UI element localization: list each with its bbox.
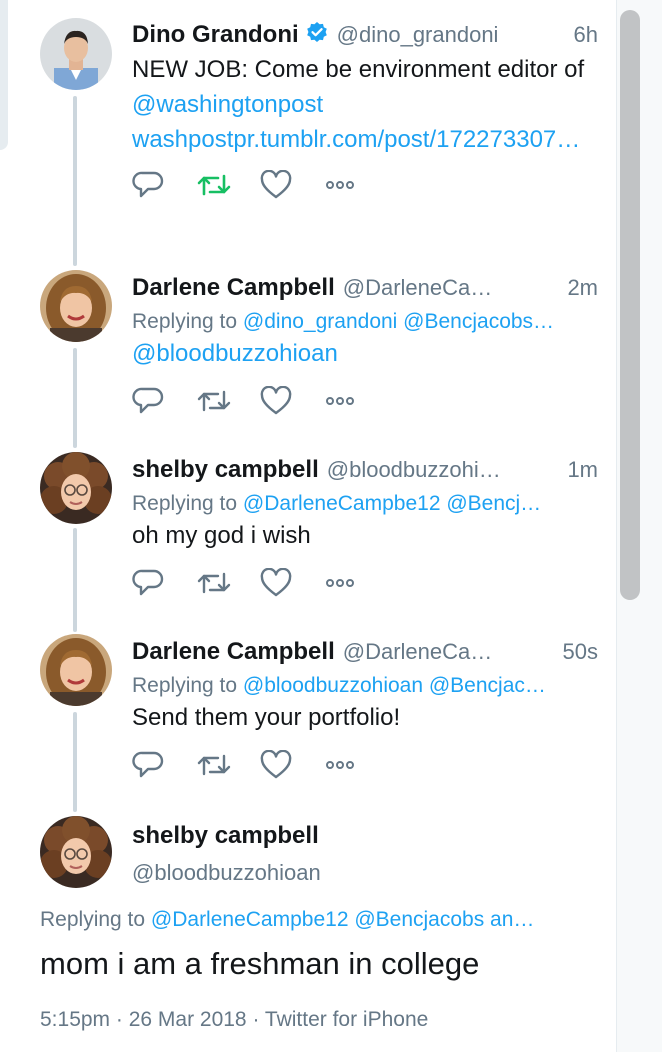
tweet-actions: [132, 563, 598, 603]
avatar-woman-short-hair-icon[interactable]: [40, 270, 112, 342]
heart-icon: [260, 750, 292, 779]
retweet-icon: [197, 174, 231, 196]
replying-to-links[interactable]: @dino_grandoni @Bencjacobs…: [243, 310, 554, 333]
retweet-icon: [197, 390, 231, 412]
replying-to: Replying to @bloodbuzzohioan @Bencjac…: [132, 674, 598, 698]
tweet-meta[interactable]: 5:15pm · 26 Mar 2018 · Twitter for iPhon…: [40, 1008, 428, 1032]
mention-link[interactable]: @washingtonpost: [132, 91, 323, 118]
more-button[interactable]: [324, 747, 388, 783]
more-dots-icon: [326, 579, 354, 587]
retweet-icon: [197, 754, 231, 776]
replying-to-links[interactable]: @DarleneCampbe12 @Bencj…: [243, 492, 541, 515]
author-handle[interactable]: @dino_grandoni: [337, 22, 566, 48]
reply-button[interactable]: [132, 565, 196, 601]
more-dots-icon: [326, 397, 354, 405]
thread-panel: Dino Grandoni @dino_grandoni 6h NEW JOB:…: [20, 0, 616, 1052]
retweet-icon: [197, 572, 231, 594]
thread-line: [73, 528, 77, 632]
thread-line: [73, 712, 77, 812]
more-dots-icon: [326, 181, 354, 189]
reply-icon: [132, 751, 164, 778]
more-button[interactable]: [324, 167, 388, 203]
scrollbar-thumb[interactable]: [620, 10, 640, 600]
more-button[interactable]: [324, 383, 388, 419]
author-handle[interactable]: @DarleneCa…: [343, 275, 560, 301]
avatar-woman-short-hair-icon[interactable]: [40, 634, 112, 706]
replying-to: Replying to @DarleneCampbe12 @Bencj…: [132, 492, 598, 516]
retweet-button[interactable]: [196, 167, 260, 203]
tweet-actions: [132, 381, 598, 421]
thread-line: [73, 96, 77, 266]
author-name[interactable]: Dino Grandoni: [132, 21, 299, 49]
like-button[interactable]: [260, 383, 324, 419]
tweet-text-plain: NEW JOB: Come be environment editor of: [132, 56, 585, 83]
replying-to-links[interactable]: @DarleneCampbe12 @Bencjacobs an…: [151, 908, 535, 931]
reply-button[interactable]: [132, 747, 196, 783]
author-name[interactable]: Darlene Campbell: [132, 274, 335, 302]
reply-icon: [132, 171, 164, 198]
replying-to-links[interactable]: @bloodbuzzohioan @Bencjac…: [243, 674, 546, 697]
author-handle[interactable]: @bloodbuzzohioan: [132, 860, 321, 886]
author-name[interactable]: shelby campbell: [132, 822, 321, 850]
replying-to-label: Replying to: [132, 492, 243, 515]
tweet-text: Send them your portfolio!: [132, 704, 401, 731]
heart-icon: [260, 568, 292, 597]
focused-author[interactable]: shelby campbell @bloodbuzzohioan: [132, 822, 321, 886]
heart-icon: [260, 170, 292, 199]
like-button[interactable]: [260, 167, 324, 203]
tweet-text: mom i am a freshman in college: [40, 946, 480, 981]
verified-badge-icon: [305, 21, 329, 45]
reply-button[interactable]: [132, 167, 196, 203]
mention-link[interactable]: @bloodbuzzohioan: [132, 340, 338, 367]
replying-to-label: Replying to: [132, 674, 243, 697]
avatar-man-icon[interactable]: [40, 18, 112, 90]
reply-icon: [132, 387, 164, 414]
avatar-woman-curly-hair-icon[interactable]: [40, 452, 112, 524]
tweet-text: oh my god i wish: [132, 522, 311, 549]
tweet-time[interactable]: 2m: [567, 275, 598, 301]
more-dots-icon: [326, 761, 354, 769]
author-handle[interactable]: @bloodbuzzohi…: [327, 457, 560, 483]
tweet-time[interactable]: 6h: [574, 22, 598, 48]
tweet-text: NEW JOB: Come be environment editor of @…: [132, 52, 598, 157]
replying-to-label: Replying to: [40, 908, 151, 931]
author-name[interactable]: shelby campbell: [132, 456, 319, 484]
author-handle[interactable]: @DarleneCa…: [343, 639, 555, 665]
tweet-text: @bloodbuzzohioan: [132, 336, 598, 371]
author-name[interactable]: Darlene Campbell: [132, 638, 335, 666]
tweet-time[interactable]: 1m: [567, 457, 598, 483]
heart-icon: [260, 386, 292, 415]
left-edge-nub: [0, 0, 8, 150]
reply-button[interactable]: [132, 383, 196, 419]
like-button[interactable]: [260, 747, 324, 783]
replying-to: Replying to @DarleneCampbe12 @Bencjacobs…: [40, 908, 600, 932]
retweet-button[interactable]: [196, 747, 260, 783]
thread-line: [73, 348, 77, 448]
url-link[interactable]: washpostpr.tumblr.com/post/172273307…: [132, 126, 580, 153]
retweet-button[interactable]: [196, 565, 260, 601]
tweet-actions: [132, 165, 598, 205]
replying-to: Replying to @dino_grandoni @Bencjacobs…: [132, 310, 598, 334]
avatar-woman-curly-hair-icon[interactable]: [40, 816, 112, 888]
reply-icon: [132, 569, 164, 596]
tweet-time[interactable]: 50s: [563, 639, 598, 665]
tweet-actions: [132, 745, 598, 785]
more-button[interactable]: [324, 565, 388, 601]
like-button[interactable]: [260, 565, 324, 601]
retweet-button[interactable]: [196, 383, 260, 419]
replying-to-label: Replying to: [132, 310, 243, 333]
left-edge: [0, 0, 20, 1052]
